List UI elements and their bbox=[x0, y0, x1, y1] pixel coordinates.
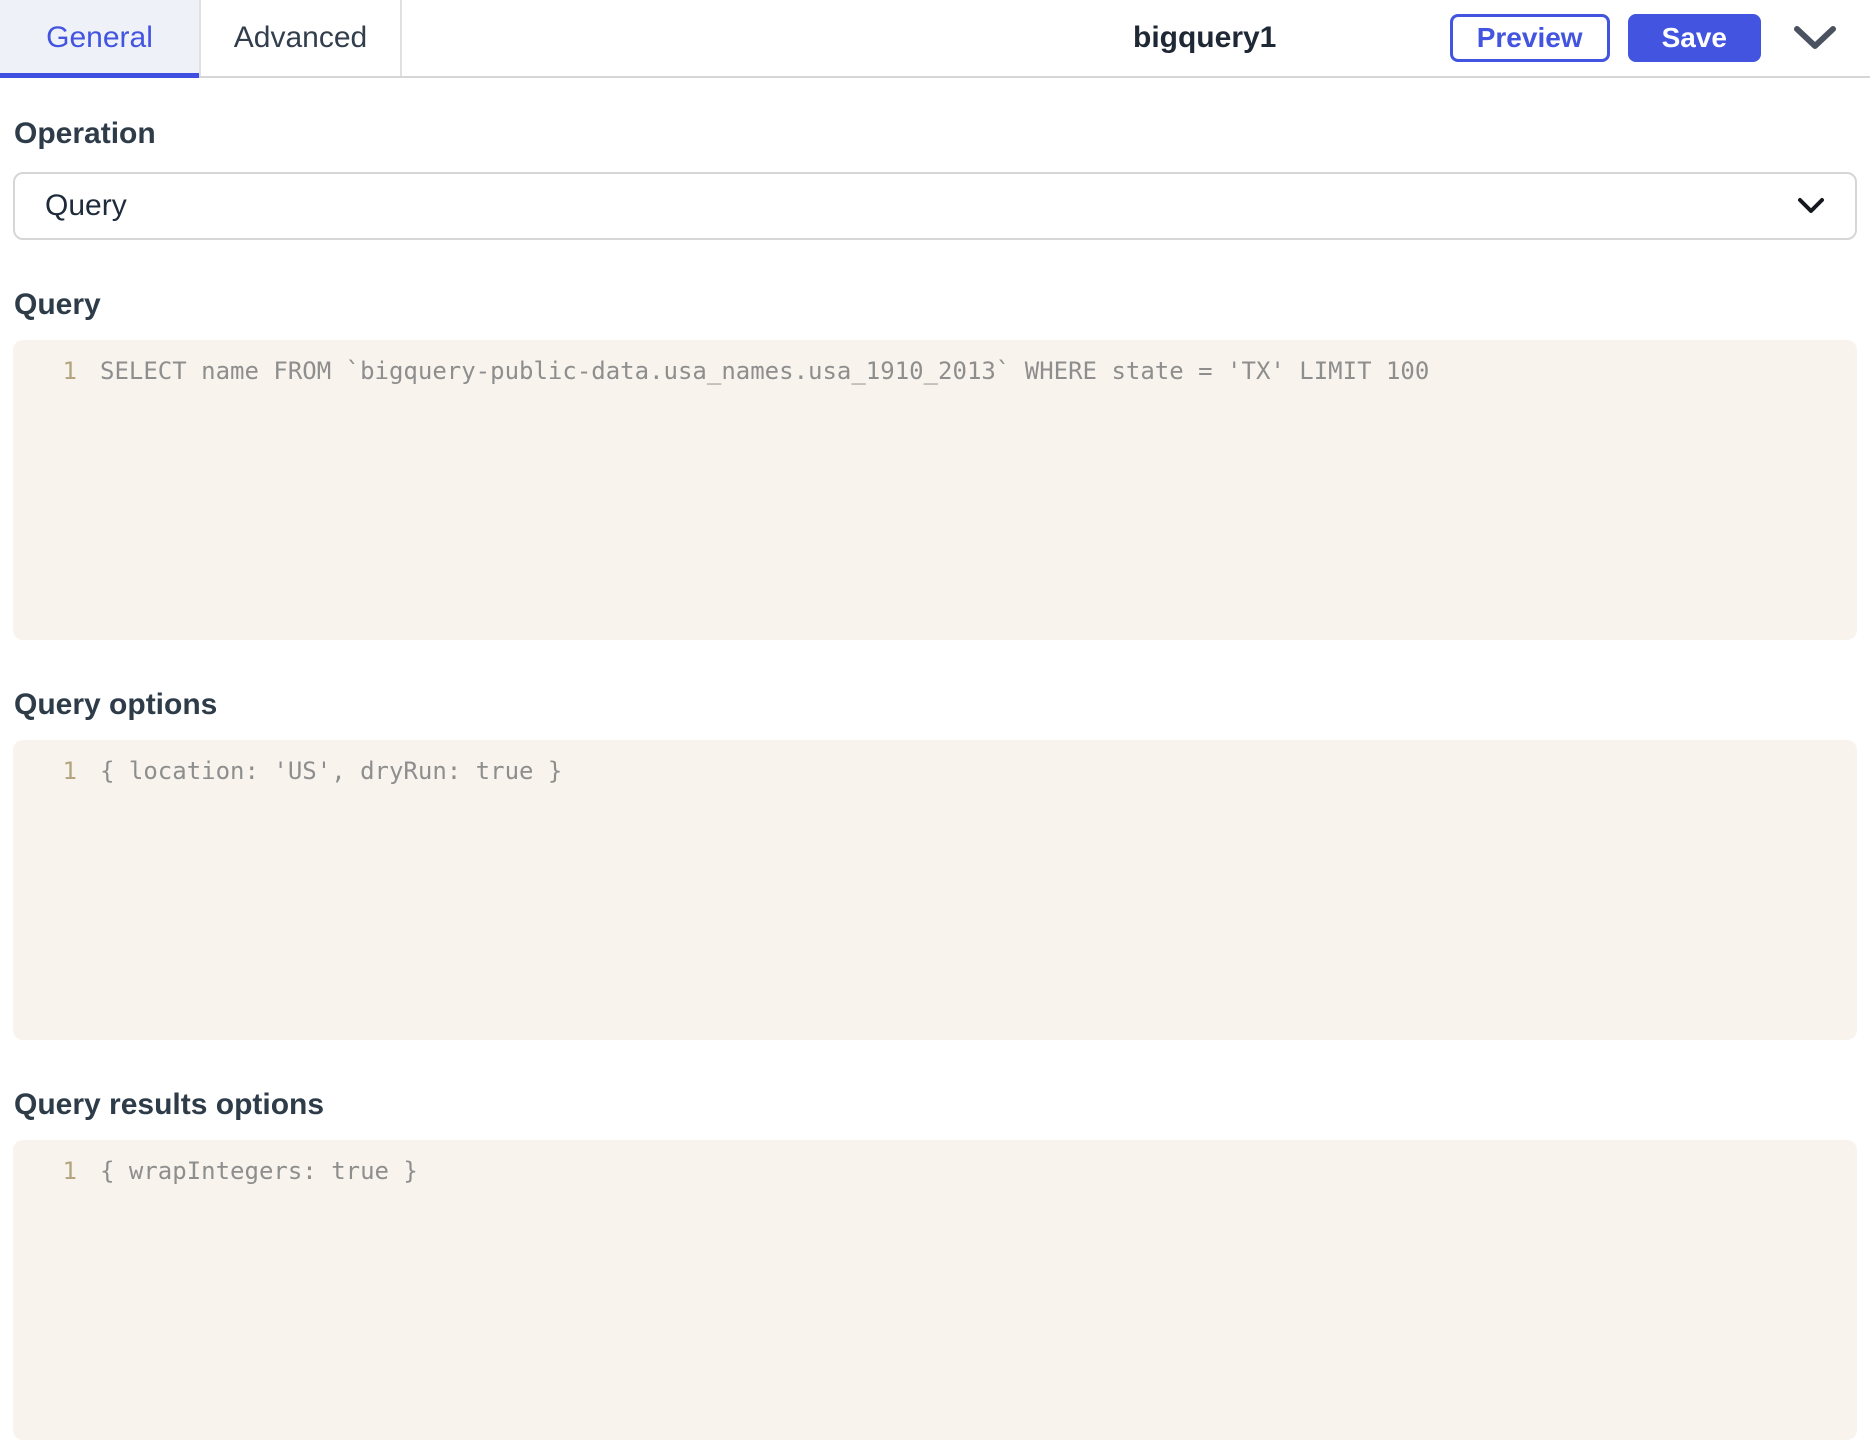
query-options-code-text: { location: 'US', dryRun: true } bbox=[100, 757, 563, 785]
query-title: bigquery1 bbox=[1133, 21, 1277, 54]
tab-general-label: General bbox=[46, 21, 153, 54]
preview-button[interactable]: Preview bbox=[1449, 14, 1610, 62]
chevron-down-icon bbox=[1794, 26, 1836, 49]
save-button[interactable]: Save bbox=[1627, 14, 1761, 62]
query-label: Query bbox=[14, 288, 101, 321]
line-number: 1 bbox=[62, 1157, 77, 1185]
active-tab-indicator bbox=[0, 73, 199, 78]
operation-select[interactable]: Query bbox=[13, 172, 1857, 240]
code-line: 1 SELECT name FROM `bigquery-public-data… bbox=[13, 353, 1857, 389]
operation-label: Operation bbox=[14, 117, 156, 150]
operation-select-value: Query bbox=[45, 189, 127, 222]
code-line: 1 { location: 'US', dryRun: true } bbox=[13, 753, 1857, 789]
line-number: 1 bbox=[62, 357, 77, 385]
tab-advanced[interactable]: Advanced bbox=[201, 0, 402, 76]
query-results-options-label: Query results options bbox=[14, 1088, 325, 1121]
query-options-label: Query options bbox=[14, 688, 218, 721]
code-line: 1 { wrapIntegers: true } bbox=[13, 1153, 1857, 1189]
query-code-text: SELECT name FROM `bigquery-public-data.u… bbox=[100, 357, 1430, 385]
header-actions: Preview Save bbox=[1449, 0, 1837, 76]
collapse-panel-button[interactable] bbox=[1793, 25, 1837, 51]
query-results-options-code-text: { wrapIntegers: true } bbox=[100, 1157, 418, 1185]
tab-general[interactable]: General bbox=[0, 0, 201, 78]
query-form: Operation Query Query 1 SELECT name FROM… bbox=[0, 117, 1870, 1440]
query-code-editor[interactable]: 1 SELECT name FROM `bigquery-public-data… bbox=[13, 340, 1857, 640]
query-editor-header: General Advanced bigquery1 Preview Save bbox=[0, 0, 1870, 78]
chevron-down-icon bbox=[1798, 198, 1824, 213]
tab-advanced-label: Advanced bbox=[233, 21, 368, 54]
query-results-options-code-editor[interactable]: 1 { wrapIntegers: true } bbox=[13, 1140, 1857, 1440]
query-options-code-editor[interactable]: 1 { location: 'US', dryRun: true } bbox=[13, 740, 1857, 1040]
line-number: 1 bbox=[62, 757, 77, 785]
